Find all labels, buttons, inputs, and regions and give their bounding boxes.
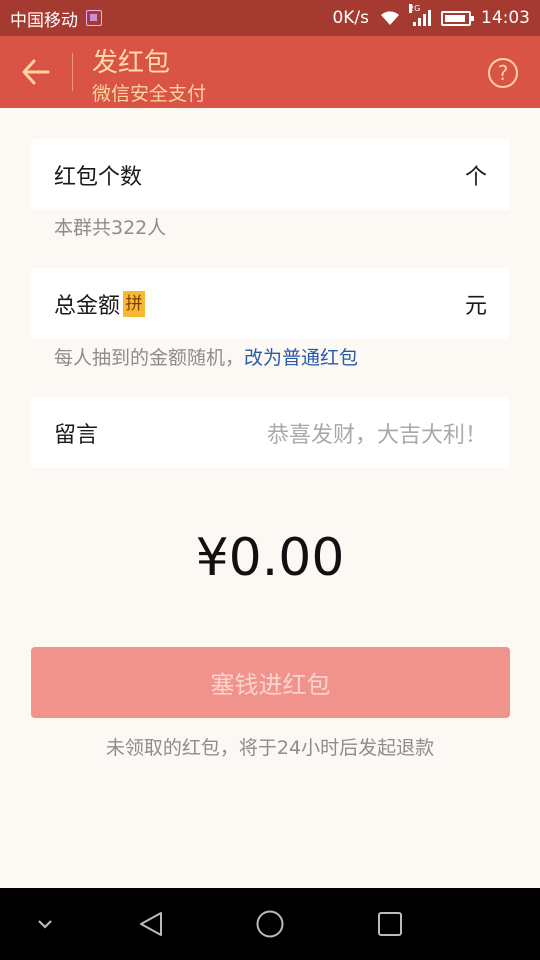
chevron-down-icon[interactable]	[24, 888, 66, 960]
home-circle-icon[interactable]	[249, 888, 291, 960]
page-subtitle: 微信安全支付	[92, 83, 207, 105]
clock: 14:03	[481, 8, 530, 28]
status-bar: 中国移动 0K/s 2G 14:03	[0, 0, 540, 36]
amount-label: 总金额	[54, 293, 121, 319]
app-header: 发红包 微信安全支付 ?	[0, 36, 540, 108]
amount-label-group: 总金额 拼	[54, 288, 146, 320]
battery-icon	[441, 10, 474, 26]
status-left: 中国移动	[10, 6, 102, 31]
amount-hint-text: 每人抽到的金额随机，	[54, 347, 245, 369]
count-unit: 个	[464, 164, 487, 190]
message-label: 留言	[54, 422, 99, 448]
message-input[interactable]: 恭喜发财，大吉大利！	[267, 417, 487, 449]
back-triangle-icon[interactable]	[130, 888, 172, 960]
total-amount: ¥0.00	[195, 528, 345, 588]
question-circle-icon[interactable]: ?	[488, 58, 518, 88]
random-amount-badge: 拼	[123, 290, 146, 317]
message-field[interactable]: 留言 恭喜发财，大吉大利！	[31, 397, 510, 468]
gallery-notification-icon	[86, 10, 102, 26]
count-label: 红包个数	[54, 164, 143, 190]
count-field[interactable]: 红包个数 个	[31, 139, 510, 210]
system-nav-bar	[0, 888, 540, 960]
amount-hint: 每人抽到的金额随机，改为普通红包	[54, 343, 358, 370]
network-speed: 0K/s	[332, 8, 369, 28]
arrow-left-icon[interactable]	[20, 58, 52, 86]
switch-to-normal-link[interactable]: 改为普通红包	[244, 347, 358, 369]
header-divider	[72, 53, 73, 91]
amount-unit: 元	[464, 293, 487, 319]
wifi-icon	[381, 11, 399, 25]
send-red-packet-button[interactable]: 塞钱进红包	[31, 647, 510, 718]
recents-square-icon[interactable]	[369, 888, 411, 960]
member-count-hint: 本群共322人	[54, 217, 167, 239]
network-type: 2G	[409, 4, 421, 13]
amount-field[interactable]: 总金额 拼 元	[31, 268, 510, 339]
cellular-signal-icon: 2G	[409, 4, 431, 26]
refund-note: 未领取的红包，将于24小时后发起退款	[105, 737, 435, 759]
status-right: 0K/s 2G 14:03	[332, 4, 530, 28]
page-title: 发红包	[92, 48, 171, 78]
carrier-name: 中国移动	[10, 10, 78, 31]
